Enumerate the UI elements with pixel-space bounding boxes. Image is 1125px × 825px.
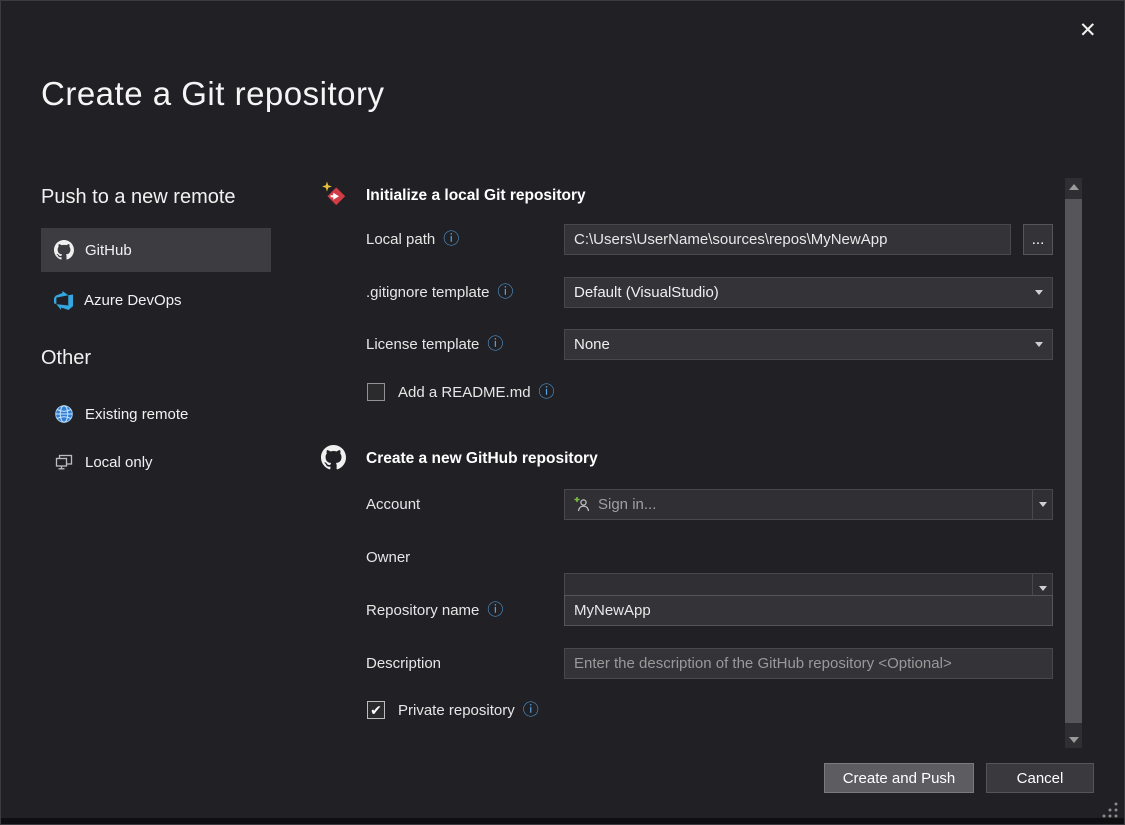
license-info-icon[interactable]: ⓘ xyxy=(487,337,503,353)
sidebar-item-azure-devops[interactable]: Azure DevOps xyxy=(41,278,271,322)
gitignore-label-row: .gitignore template ⓘ xyxy=(366,284,513,301)
sidebar-item-label: Existing remote xyxy=(85,406,188,423)
check-icon: ✔ xyxy=(370,703,382,717)
sign-in-icon xyxy=(574,496,591,513)
license-label-row: License template ⓘ xyxy=(366,336,503,353)
private-label: Private repository xyxy=(398,702,515,719)
create-and-push-label: Create and Push xyxy=(843,770,956,787)
private-checkbox[interactable]: ✔ xyxy=(367,701,385,719)
sidebar-item-label: GitHub xyxy=(85,242,132,259)
azure-devops-icon xyxy=(54,291,73,310)
close-icon: ✕ xyxy=(1079,19,1097,42)
owner-label: Owner xyxy=(366,549,410,566)
page-title: Create a Git repository xyxy=(41,75,384,113)
gitignore-info-icon[interactable]: ⓘ xyxy=(497,285,513,301)
account-dropdown[interactable]: Sign in... xyxy=(564,489,1053,520)
repo-name-input[interactable] xyxy=(564,595,1053,626)
cancel-button[interactable]: Cancel xyxy=(986,763,1094,793)
sidebar-heading-push: Push to a new remote xyxy=(41,186,236,209)
window-bottom-edge xyxy=(1,818,1124,824)
resize-grip[interactable] xyxy=(1101,801,1119,819)
account-label: Account xyxy=(366,496,420,513)
github-section-icon xyxy=(321,445,346,470)
gitignore-label: .gitignore template xyxy=(366,284,489,301)
chevron-down-icon xyxy=(1039,502,1047,507)
readme-label: Add a README.md xyxy=(398,384,531,401)
chevron-down-icon xyxy=(1039,586,1047,591)
local-path-label: Local path xyxy=(366,231,435,248)
cancel-label: Cancel xyxy=(1017,770,1064,787)
license-dropdown[interactable]: None xyxy=(564,329,1053,360)
monitor-icon xyxy=(54,452,74,472)
private-label-row: Private repository ⓘ xyxy=(398,702,539,719)
init-repository-icon xyxy=(321,181,348,208)
local-path-label-row: Local path ⓘ xyxy=(366,231,459,248)
readme-label-row: Add a README.md ⓘ xyxy=(398,384,555,401)
description-label-row: Description xyxy=(366,655,441,672)
gitignore-dropdown[interactable]: Default (VisualStudio) xyxy=(564,277,1053,308)
chevron-down-icon xyxy=(1035,290,1043,295)
sidebar-item-label: Local only xyxy=(85,454,153,471)
scrollbar[interactable] xyxy=(1065,178,1082,748)
gitignore-selected-value: Default (VisualStudio) xyxy=(574,284,1035,301)
sidebar-item-github[interactable]: GitHub xyxy=(41,228,271,272)
license-label: License template xyxy=(366,336,479,353)
github-icon xyxy=(54,240,74,260)
sidebar-item-existing-remote[interactable]: Existing remote xyxy=(41,394,271,434)
private-info-icon[interactable]: ⓘ xyxy=(523,703,539,719)
description-input[interactable] xyxy=(564,648,1053,679)
section-heading-github: Create a new GitHub repository xyxy=(366,450,598,468)
browse-button[interactable]: ... xyxy=(1023,224,1053,255)
repo-name-label: Repository name xyxy=(366,602,479,619)
repo-name-label-row: Repository name ⓘ xyxy=(366,602,503,619)
sidebar-item-local-only[interactable]: Local only xyxy=(41,442,271,482)
scroll-down-icon xyxy=(1069,737,1079,743)
account-label-row: Account xyxy=(366,496,420,513)
local-path-input[interactable] xyxy=(564,224,1011,255)
license-selected-value: None xyxy=(574,336,1035,353)
close-button[interactable]: ✕ xyxy=(1079,20,1097,41)
account-dropdown-button[interactable] xyxy=(1032,490,1052,519)
local-path-info-icon[interactable]: ⓘ xyxy=(443,232,459,248)
scroll-up-button[interactable] xyxy=(1065,178,1082,195)
description-label: Description xyxy=(366,655,441,672)
sidebar-heading-other: Other xyxy=(41,347,91,370)
globe-icon xyxy=(54,404,74,424)
owner-label-row: Owner xyxy=(366,549,410,566)
browse-button-label: ... xyxy=(1032,231,1045,248)
section-heading-init: Initialize a local Git repository xyxy=(366,187,586,205)
create-and-push-button[interactable]: Create and Push xyxy=(824,763,974,793)
readme-checkbox[interactable] xyxy=(367,383,385,401)
scroll-down-button[interactable] xyxy=(1065,731,1082,748)
scroll-thumb[interactable] xyxy=(1065,199,1082,723)
readme-info-icon[interactable]: ⓘ xyxy=(539,385,555,401)
repo-name-info-icon[interactable]: ⓘ xyxy=(487,603,503,619)
create-git-repository-dialog: ✕ Create a Git repository Push to a new … xyxy=(0,0,1125,825)
account-selected-value: Sign in... xyxy=(598,496,1032,513)
scroll-up-icon xyxy=(1069,184,1079,190)
sidebar-item-label: Azure DevOps xyxy=(84,292,182,309)
chevron-down-icon xyxy=(1035,342,1043,347)
